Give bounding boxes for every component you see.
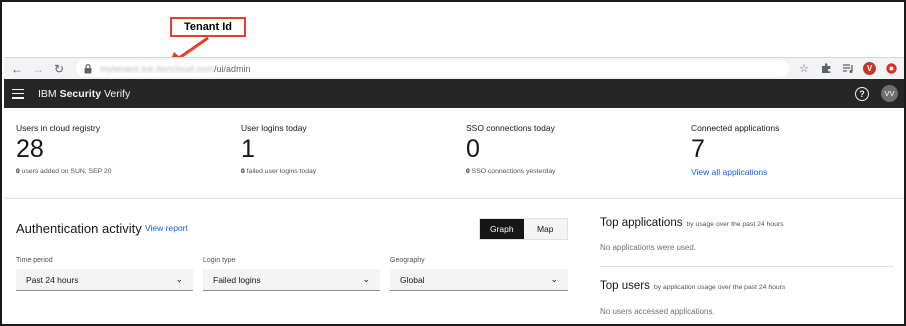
stat-subtext: 0 failed user logins today <box>241 168 317 175</box>
extensions-puzzle-icon[interactable] <box>819 62 833 76</box>
reading-list-icon[interactable] <box>841 62 855 76</box>
stat-connected-applications: Connected applications 7 View all applic… <box>691 123 901 177</box>
user-avatar[interactable]: VV <box>881 85 898 102</box>
graph-map-toggle: Graph Map <box>479 218 568 240</box>
stat-label: Users in cloud registry <box>16 123 101 133</box>
forward-arrow-icon[interactable]: → <box>29 60 47 78</box>
extension-badge-icon[interactable] <box>884 62 898 76</box>
map-toggle-button[interactable]: Map <box>524 219 568 239</box>
top-applications-empty: No applications were used. <box>600 243 697 252</box>
view-all-applications-link[interactable]: View all applications <box>691 167 901 177</box>
stat-label: Connected applications <box>691 123 780 133</box>
tenant-id-callout: Tenant Id <box>170 17 246 37</box>
stats-row: Users in cloud registry 28 0 users added… <box>4 108 904 199</box>
view-report-link[interactable]: View report <box>145 223 188 233</box>
screenshot-frame: Tenant Id ← → ↻ mytenant.ice.ibmcloud.co… <box>0 0 906 326</box>
chevron-down-icon: ⌄ <box>550 274 558 284</box>
top-applications-subtitle: by usage over the past 24 hours <box>686 221 784 228</box>
stat-user-logins: User logins today 1 0 failed user logins… <box>241 123 451 175</box>
browser-profile-avatar[interactable]: V <box>863 62 876 75</box>
filter-label: Geography <box>390 257 425 264</box>
browser-toolbar: ← → ↻ mytenant.ice.ibmcloud.com /ui/admi… <box>4 57 904 79</box>
url-host: mytenant.ice.ibmcloud.com <box>100 63 215 74</box>
time-period-filter: Time period Past 24 hours ⌄ <box>16 257 193 291</box>
stat-sso-connections: SSO connections today 0 0 SSO connection… <box>466 123 676 175</box>
stat-users-in-registry: Users in cloud registry 28 0 users added… <box>16 123 226 175</box>
login-type-select[interactable]: Failed logins ⌄ <box>203 269 380 291</box>
geography-select[interactable]: Global ⌄ <box>390 269 568 291</box>
app-header: IBM Security Verify ? VV <box>4 79 904 108</box>
back-arrow-icon[interactable]: ← <box>8 60 26 78</box>
top-applications-title: Top applications by usage over the past 2… <box>600 217 784 229</box>
time-period-select[interactable]: Past 24 hours ⌄ <box>16 269 193 291</box>
stat-label: User logins today <box>241 123 307 133</box>
login-type-filter: Login type Failed logins ⌄ <box>203 257 380 291</box>
stat-subtext: 0 users added on SUN, SEP 20 <box>16 168 112 175</box>
stat-value: 1 <box>241 135 255 163</box>
auth-activity-title: Authentication activity <box>16 221 142 236</box>
filter-label: Time period <box>16 257 53 264</box>
product-name[interactable]: IBM Security Verify <box>38 88 130 100</box>
geography-filter: Geography Global ⌄ <box>390 257 568 291</box>
address-bar[interactable]: mytenant.ice.ibmcloud.com /ui/admin <box>76 60 789 77</box>
callout-label: Tenant Id <box>183 21 233 33</box>
lock-icon <box>84 63 94 74</box>
url-path: /ui/admin <box>214 63 251 74</box>
stat-value: 7 <box>691 135 705 163</box>
top-users-subtitle: by application usage over the past 24 ho… <box>653 284 786 291</box>
chevron-down-icon: ⌄ <box>362 274 370 284</box>
stat-value: 28 <box>16 135 44 163</box>
top-users-empty: No users accessed applications. <box>600 307 715 316</box>
divider <box>600 266 894 267</box>
stat-label: SSO connections today <box>466 123 555 133</box>
chevron-down-icon: ⌄ <box>175 274 183 284</box>
graph-toggle-button[interactable]: Graph <box>480 219 524 239</box>
hamburger-menu-icon[interactable] <box>12 88 24 99</box>
filter-label: Login type <box>203 257 236 264</box>
help-icon[interactable]: ? <box>855 86 869 101</box>
top-users-title: Top users by application usage over the p… <box>600 280 786 292</box>
stat-subtext: 0 SSO connections yesterday <box>466 168 556 175</box>
bookmark-star-icon[interactable]: ☆ <box>797 62 811 76</box>
stat-value: 0 <box>466 135 480 163</box>
reload-icon[interactable]: ↻ <box>50 60 68 78</box>
